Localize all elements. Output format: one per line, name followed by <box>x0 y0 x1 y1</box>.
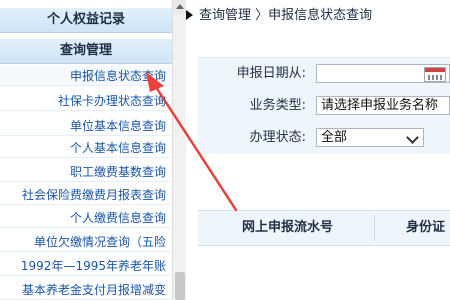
sidebar-group-personal-rights[interactable]: 个人权益记录 <box>0 8 172 33</box>
sidebar-item-pension-payment[interactable]: 基本养老金支付月报增减变 <box>0 280 172 300</box>
date-row: 申报日期从: <box>198 62 450 86</box>
business-type-row: 业务类型: 请选择申报业务名称 <box>198 94 450 118</box>
breadcrumb-arrow-icon <box>186 10 193 20</box>
sidebar-item-pension-account[interactable]: 1992年—1995年养老年账 <box>0 256 172 276</box>
status-select[interactable]: 全部 <box>316 128 424 147</box>
sidebar-item-unit-arrears[interactable]: 单位欠缴情况查询（五险 <box>0 232 172 252</box>
sidebar-scrollbar[interactable] <box>172 0 187 300</box>
search-form: 申报日期从: 业务类型: 请选择申报业务名称 办理状态: 全部 <box>198 57 450 154</box>
business-type-label: 业务类型: <box>249 98 306 113</box>
status-select-value: 全部 <box>321 130 348 145</box>
column-header-id-card[interactable]: 身份证 <box>406 211 445 245</box>
sidebar-item-social-card-status[interactable]: 社保卡办理状态查询 <box>0 91 172 111</box>
sidebar: 个人权益记录 查询管理 申报信息状态查询 社保卡办理状态查询 单位基本信息查询 … <box>0 0 172 300</box>
date-label: 申报日期从: <box>236 66 306 81</box>
main-content: 查询管理 〉申报信息状态查询 申报日期从: 业务类型: 请选择申报业务名称 办理… <box>186 0 450 300</box>
scroll-up-icon[interactable] <box>173 0 187 14</box>
status-row: 办理状态: 全部 <box>198 126 450 150</box>
breadcrumb: 查询管理 〉申报信息状态查询 <box>186 6 372 26</box>
sidebar-item-unit-basic-info[interactable]: 单位基本信息查询 <box>0 116 172 136</box>
sidebar-item-declaration-status[interactable]: 申报信息状态查询 <box>0 66 172 86</box>
sidebar-item-personal-payment[interactable]: 个人缴费信息查询 <box>0 208 172 228</box>
sidebar-item-personal-basic-info[interactable]: 个人基本信息查询 <box>0 138 172 158</box>
chevron-down-icon <box>406 131 419 144</box>
sidebar-item-contribution-base[interactable]: 职工缴费基数查询 <box>0 162 172 182</box>
business-type-select[interactable]: 请选择申报业务名称 <box>316 96 450 115</box>
results-table-header: 网上申报流水号 身份证 <box>198 210 450 246</box>
status-label: 办理状态: <box>249 130 306 145</box>
column-divider <box>374 215 375 241</box>
calendar-icon[interactable] <box>424 67 446 82</box>
breadcrumb-text: 查询管理 〉申报信息状态查询 <box>199 8 373 23</box>
scroll-thumb[interactable] <box>175 272 185 300</box>
sidebar-item-monthly-report[interactable]: 社会保险费缴费月报表查询 <box>0 185 172 205</box>
sidebar-group-query-management[interactable]: 查询管理 <box>0 39 172 64</box>
column-header-serial-number[interactable]: 网上申报流水号 <box>242 211 333 245</box>
